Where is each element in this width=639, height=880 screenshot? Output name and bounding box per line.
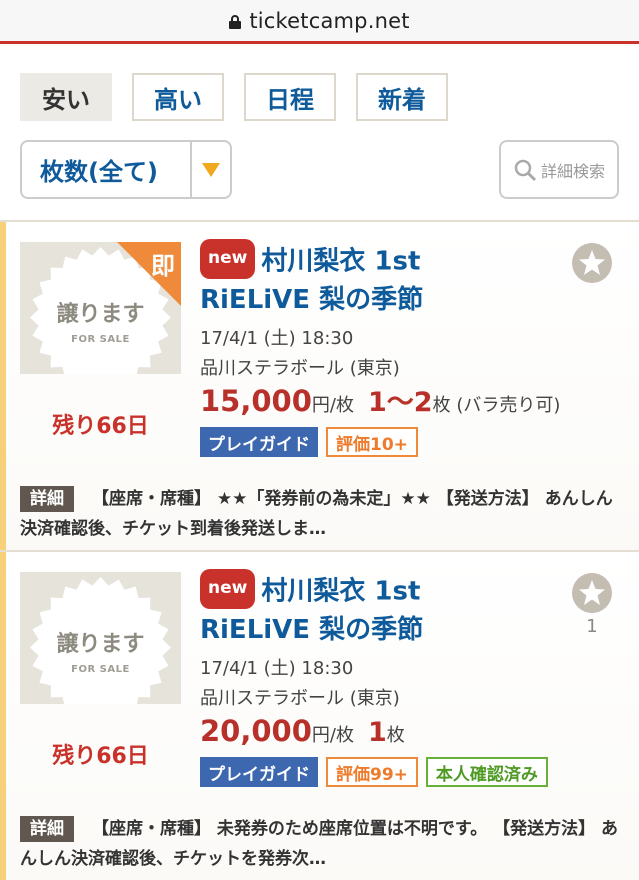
listing-tags: プレイガイド 評価10+ [200,427,567,457]
quantity-note: (バラ売り可) [456,395,561,416]
url-text: ticketcamp.net [249,8,410,33]
listing-info: new 村川梨衣 1st RiELiVE 梨の季節 17/4/1 (土) 18:3… [200,239,567,457]
filter-row: 枚数(全て) 詳細検索 [20,140,619,199]
price-value: 20,000 [200,714,312,748]
star-icon[interactable] [571,242,613,284]
quantity-unit: 枚 [432,395,451,416]
quantity-value: 1〜2 [368,387,433,418]
tag-rating: 評価10+ [326,427,418,457]
quantity-unit: 枚 [386,725,405,746]
tag-playguide: プレイガイド [200,757,318,787]
tag-verified: 本人確認済み [425,757,548,787]
detail-text: 【座席・席種】 ★★「発券前の為未定」★★ 【発送方法】 あんしん決済確認後、チ… [20,489,613,539]
price-value: 15,000 [200,384,312,418]
event-venue: 品川ステラボール (東京) [200,358,400,379]
sort-tab-expensive[interactable]: 高い [132,73,224,121]
sort-tab-date[interactable]: 日程 [244,73,336,121]
listing-info: new 村川梨衣 1st RiELiVE 梨の季節 17/4/1 (土) 18:3… [200,569,567,787]
quantity-value: 1 [368,717,387,748]
event-title-line2: RiELiVE 梨の季節 [200,615,424,645]
event-title-line2: RiELiVE 梨の季節 [200,285,424,315]
listing-card[interactable]: 譲ります FOR SALE 残り66日 new 村川梨衣 1st RiELiVE … [0,550,639,880]
detail-label: 詳細 [20,486,74,512]
ticket-count-label: 枚数(全て) [40,158,158,186]
tag-playguide: プレイガイド [200,427,318,457]
listing-accent-bar [0,222,6,550]
lock-icon [229,14,242,29]
tag-rating: 評価99+ [326,757,418,787]
remaining-days: 残り66日 [52,744,149,769]
event-title[interactable]: new 村川梨衣 1st RiELiVE 梨の季節 [200,239,567,318]
event-date: 17/4/1 (土) 18:30 [200,658,354,679]
listing-detail[interactable]: 詳細 【座席・席種】 ★★「発券前の為未定」★★ 【発送方法】 あんしん決済確認後… [20,484,619,544]
price-line: 15,000円/枚 1〜2枚 (バラ売り可) [200,384,567,423]
browser-url-bar[interactable]: ticketcamp.net [0,0,639,44]
event-venue: 品川ステラボール (東京) [200,688,400,709]
instant-corner-label: 即 [151,252,175,280]
new-badge: new [200,239,256,279]
listing-accent-bar [0,552,6,880]
event-title[interactable]: new 村川梨衣 1st RiELiVE 梨の季節 [200,569,567,648]
thumbnail-subtext: FOR SALE [71,334,130,345]
detail-text: 【座席・席種】 未発券のため座席位置は不明です。 【発送方法】 あんしん決済確認… [20,819,619,869]
thumbnail-text: 譲ります [56,632,145,657]
new-badge: new [200,569,256,609]
listing-card[interactable]: 譲ります FOR SALE 即 残り66日 new 村川梨衣 1st RiELiV… [0,220,639,550]
detail-label: 詳細 [20,816,74,842]
listing-thumbnail: 譲ります FOR SALE 即 [20,242,181,374]
dropdown-arrow-icon[interactable] [190,142,230,197]
price-unit: 円/枚 [311,725,354,746]
advanced-search-button[interactable]: 詳細検索 [499,140,619,199]
star-icon[interactable] [571,572,613,614]
event-date: 17/4/1 (土) 18:30 [200,328,354,349]
sort-tab-newest[interactable]: 新着 [356,73,448,121]
listing-tags: プレイガイド 評価99+ 本人確認済み [200,757,567,787]
sort-tab-cheap[interactable]: 安い [20,73,112,121]
event-title-line1: 村川梨衣 1st [261,576,421,607]
thumbnail-subtext: FOR SALE [71,664,130,675]
event-title-line1: 村川梨衣 1st [261,246,421,277]
ticket-count-select[interactable]: 枚数(全て) [20,140,232,199]
remaining-days: 残り66日 [52,414,149,439]
price-unit: 円/枚 [311,395,354,416]
search-icon [514,159,537,181]
advanced-search-label: 詳細検索 [540,161,605,181]
listing-detail[interactable]: 詳細 【座席・席種】 未発券のため座席位置は不明です。 【発送方法】 あんしん決済… [20,814,619,874]
favorite-count: 1 [586,616,598,637]
price-line: 20,000円/枚 1枚 [200,714,567,753]
sort-tabs: 安い 高い 日程 新着 [20,73,468,121]
listing-thumbnail: 譲ります FOR SALE [20,572,181,704]
